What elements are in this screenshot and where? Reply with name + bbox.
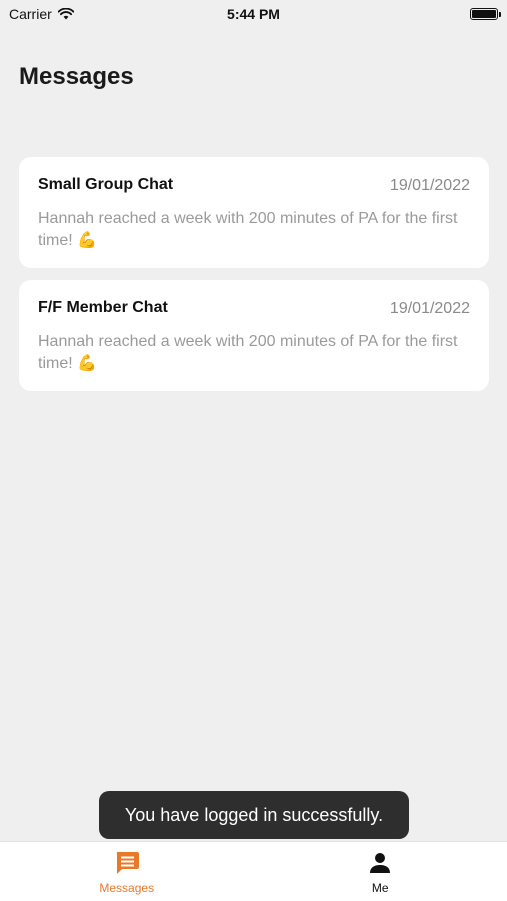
- chat-card-small-group[interactable]: Small Group Chat 19/01/2022 Hannah reach…: [19, 157, 489, 268]
- status-time: 5:44 PM: [0, 6, 507, 22]
- login-success-toast: You have logged in successfully.: [99, 791, 409, 839]
- page-title: Messages: [19, 63, 134, 91]
- chat-preview: Hannah reached a week with 200 minutes o…: [38, 208, 458, 252]
- tab-label: Me: [372, 881, 389, 895]
- tab-me[interactable]: Me: [254, 842, 507, 901]
- battery-icon: [470, 8, 498, 20]
- toast-message: You have logged in successfully.: [125, 805, 383, 826]
- chat-date: 19/01/2022: [390, 177, 470, 195]
- chat-card-ff-member[interactable]: F/F Member Chat 19/01/2022 Hannah reache…: [19, 280, 489, 391]
- chat-list: Small Group Chat 19/01/2022 Hannah reach…: [19, 157, 489, 403]
- status-bar: Carrier 5:44 PM: [0, 0, 507, 30]
- chat-date: 19/01/2022: [390, 300, 470, 318]
- chat-preview: Hannah reached a week with 200 minutes o…: [38, 331, 458, 375]
- tab-bar: Messages Me: [0, 841, 507, 901]
- message-icon: [114, 851, 140, 875]
- tab-messages[interactable]: Messages: [0, 842, 254, 901]
- person-icon: [368, 851, 392, 875]
- tab-label: Messages: [99, 881, 154, 895]
